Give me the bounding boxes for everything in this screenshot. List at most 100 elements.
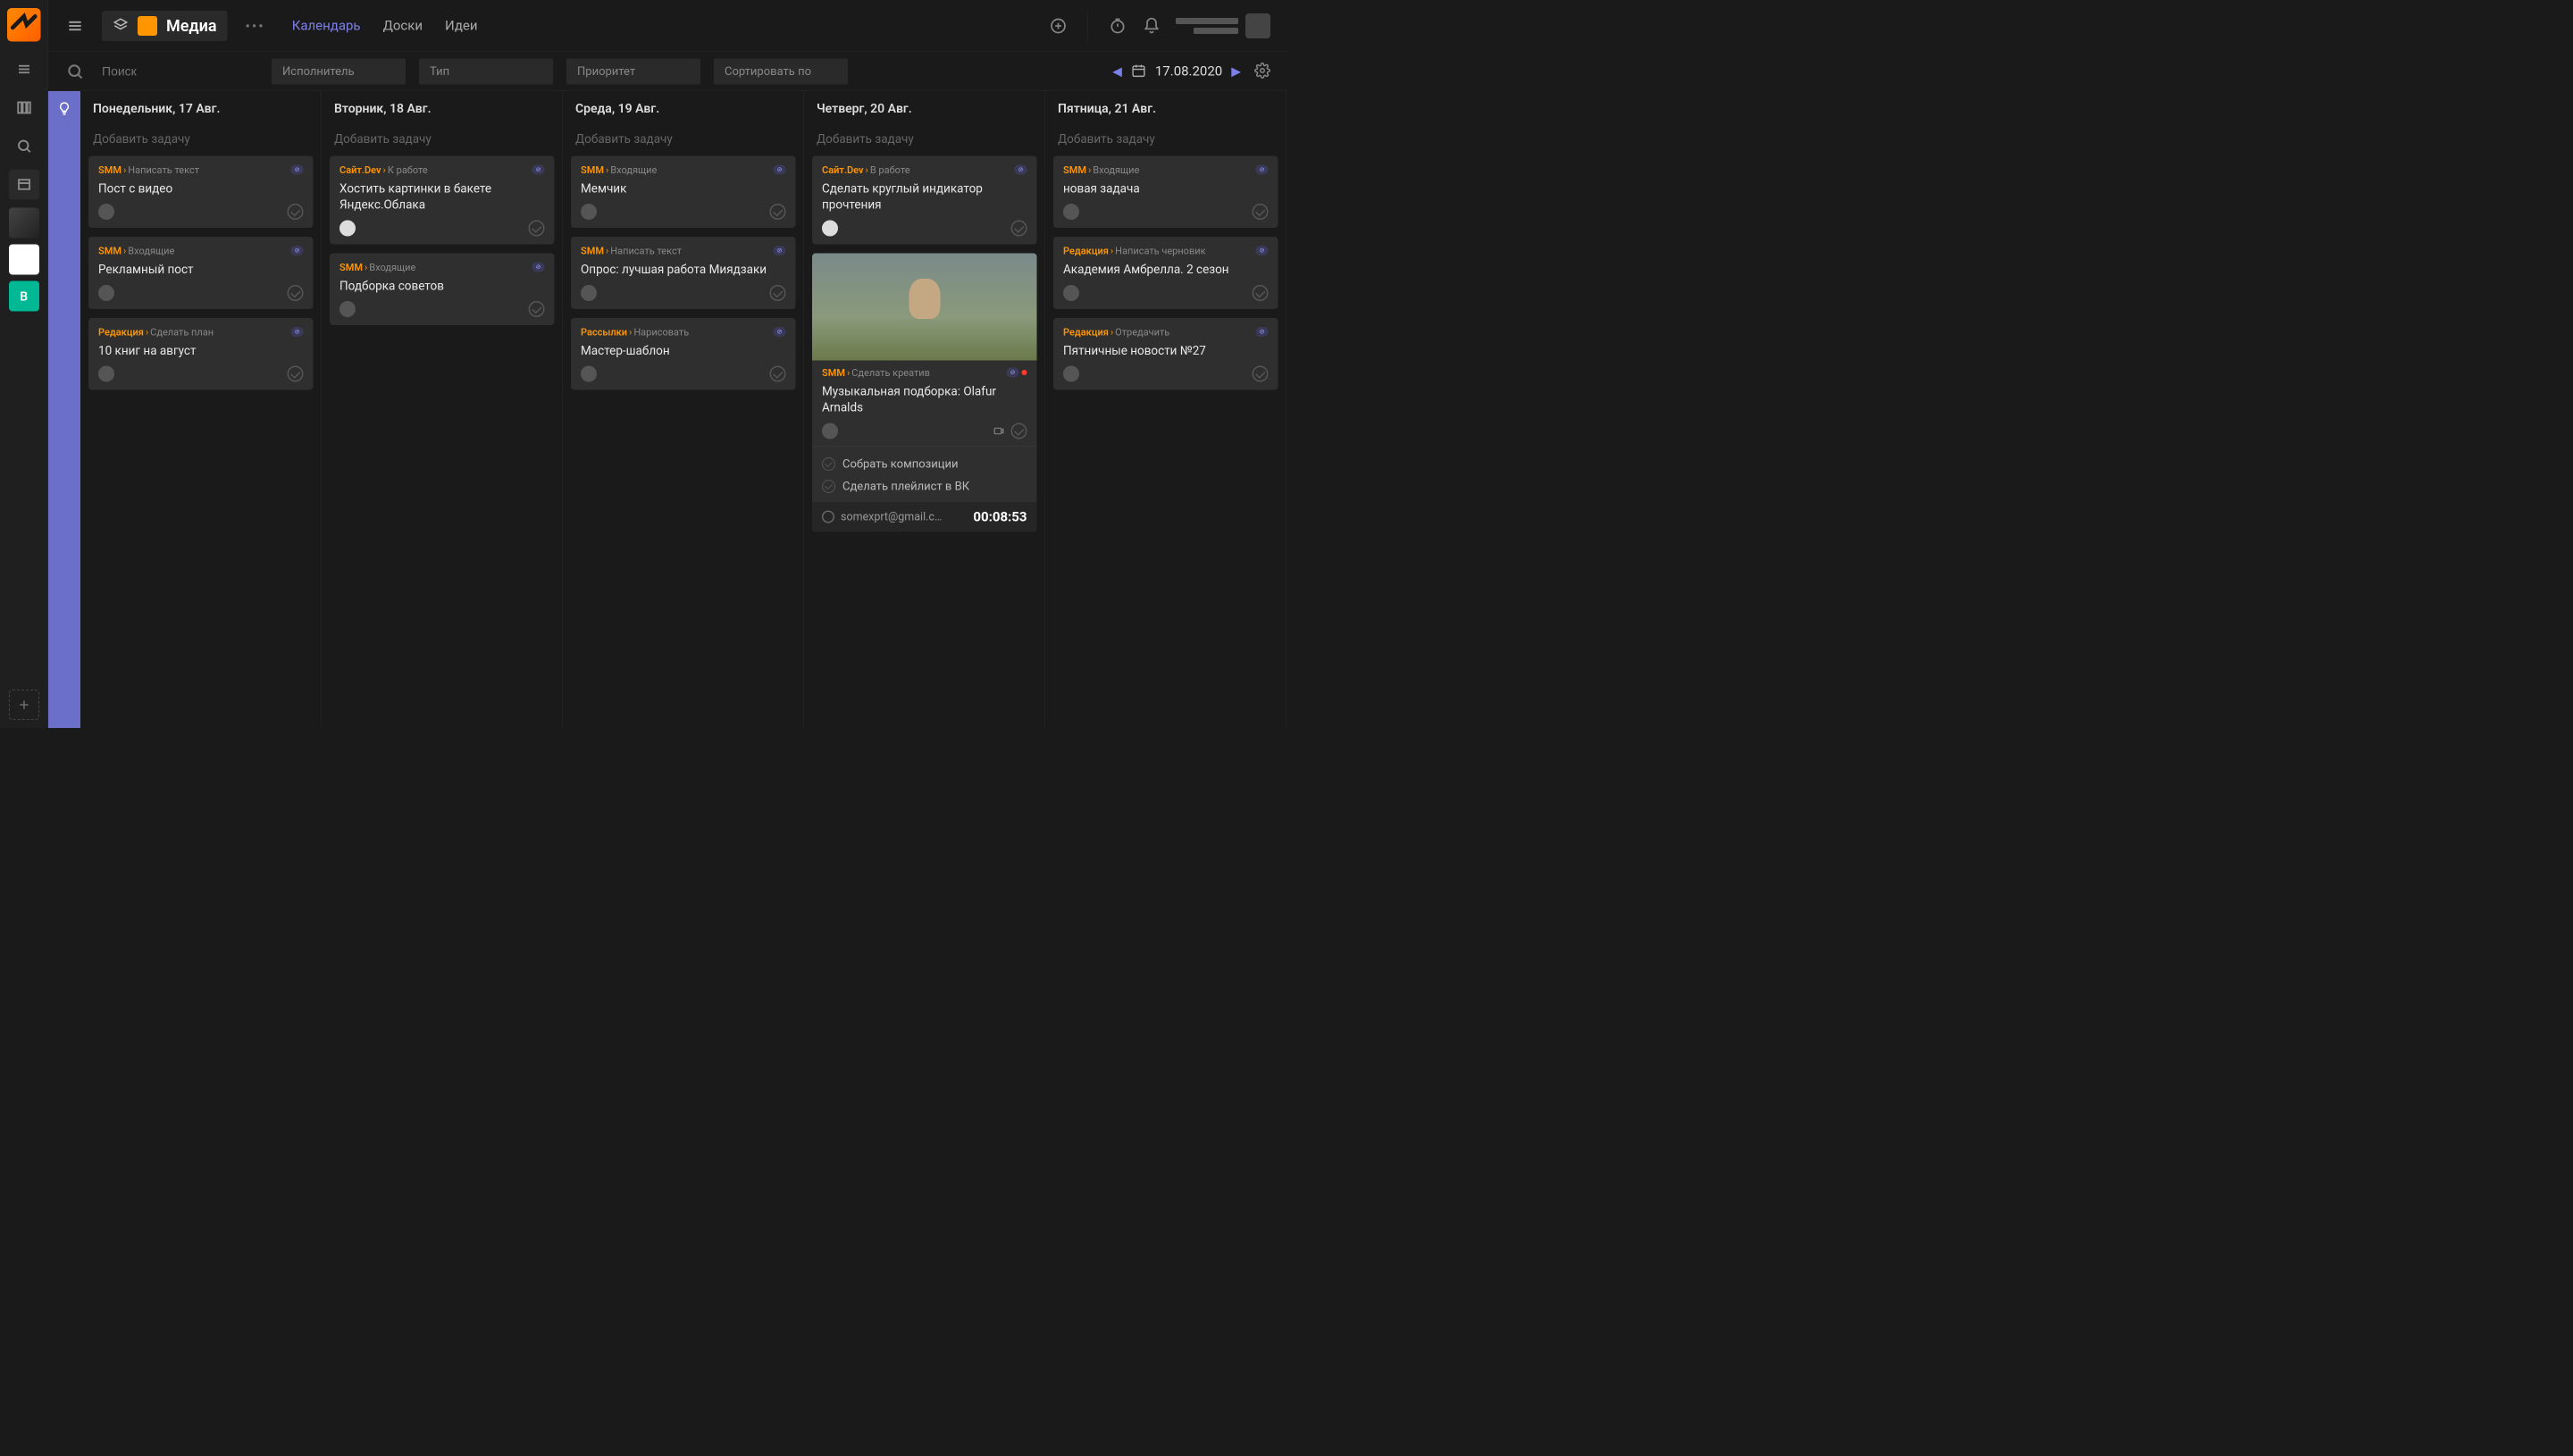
task-card[interactable]: SMM›Входящие ⊘ новая задача — [1053, 156, 1278, 229]
assignee-avatar[interactable] — [581, 204, 597, 220]
settings-icon[interactable] — [1254, 63, 1270, 80]
column-title: Среда, 19 Авг. — [563, 91, 804, 126]
date-next-button[interactable]: ▶ — [1231, 64, 1241, 79]
user-menu[interactable] — [1176, 13, 1270, 38]
date-prev-button[interactable]: ◀ — [1112, 64, 1122, 79]
add-task-button[interactable]: Добавить задачу — [804, 126, 1045, 156]
project-item-1[interactable] — [9, 208, 39, 238]
card-breadcrumb: SMM›Входящие — [339, 262, 415, 273]
assignee-avatar[interactable] — [822, 220, 838, 236]
menu-toggle[interactable] — [9, 54, 39, 85]
assignee-avatar[interactable] — [339, 220, 356, 236]
archive-icon[interactable] — [9, 170, 39, 200]
day-column: Вторник, 18 Авг. Добавить задачу Сайт.De… — [322, 91, 563, 728]
timer-icon[interactable] — [1108, 16, 1127, 36]
project-item-3[interactable]: В — [9, 281, 39, 312]
check-icon[interactable] — [1253, 204, 1269, 220]
timer-value: 00:08:53 — [973, 509, 1027, 525]
check-icon[interactable] — [529, 220, 545, 236]
bell-icon[interactable] — [1142, 16, 1161, 36]
task-card[interactable]: SMM›Входящие ⊘ Мемчик — [571, 156, 796, 229]
check-icon[interactable] — [1253, 285, 1269, 301]
project-initial: В — [20, 289, 28, 304]
check-icon[interactable] — [288, 285, 304, 301]
project-item-2[interactable] — [9, 245, 39, 275]
subtask-label: Сделать плейлист в ВК — [842, 480, 969, 493]
assignee-avatar[interactable] — [98, 285, 114, 301]
workspace-picker[interactable]: Медиа — [102, 11, 228, 41]
workspace-more-button[interactable]: ••• — [246, 17, 265, 34]
check-icon — [822, 457, 835, 471]
check-icon[interactable] — [1011, 220, 1027, 236]
add-task-button[interactable]: Добавить задачу — [80, 126, 322, 156]
filter-assignee[interactable]: Исполнитель — [272, 58, 406, 84]
assignee-avatar[interactable] — [339, 301, 356, 317]
add-button[interactable] — [1049, 16, 1069, 36]
task-card[interactable]: Сайт.Dev›К работе ⊘ Хостить картинки в б… — [330, 156, 555, 245]
filter-sort[interactable]: Сортировать по — [714, 58, 848, 84]
card-title: 10 книг на август — [98, 342, 304, 358]
add-task-button[interactable]: Добавить задачу — [563, 126, 804, 156]
column-title: Вторник, 18 Авг. — [322, 91, 563, 126]
column-title: Четверг, 20 Авг. — [804, 91, 1045, 126]
ideas-side-button[interactable] — [48, 91, 80, 728]
add-project-button[interactable] — [9, 690, 39, 720]
assignee-avatar[interactable] — [822, 423, 838, 439]
check-icon[interactable] — [529, 301, 545, 317]
task-card[interactable]: Редакция›Отредачить ⊘ Пятничные новости … — [1053, 318, 1278, 390]
assignee-avatar[interactable] — [1063, 204, 1079, 220]
link-chip-icon: ⊘ — [532, 165, 545, 175]
search-input[interactable] — [102, 64, 272, 79]
task-card[interactable]: Редакция›Написать черновик ⊘ Академия Ам… — [1053, 237, 1278, 309]
card-title: Пост с видео — [98, 180, 304, 197]
hamburger-button[interactable] — [48, 0, 102, 52]
task-card[interactable]: SMM›Входящие ⊘ Рекламный пост — [88, 237, 314, 309]
boards-icon[interactable] — [9, 93, 39, 123]
task-card[interactable]: Сайт.Dev›В работе ⊘ Сделать круглый инди… — [812, 156, 1037, 245]
app-logo[interactable] — [7, 8, 41, 42]
task-card[interactable]: SMM›Написать текст ⊘ Опрос: лучшая работ… — [571, 237, 796, 309]
subtask-item[interactable]: Сделать плейлист в ВК — [822, 475, 1027, 498]
tab-boards[interactable]: Доски — [383, 18, 423, 34]
filter-type[interactable]: Тип — [419, 58, 553, 84]
add-task-button[interactable]: Добавить задачу — [322, 126, 563, 156]
calendar-icon[interactable] — [1131, 63, 1146, 79]
assignee-avatar[interactable] — [1063, 366, 1079, 382]
assignee-avatar[interactable] — [581, 366, 597, 382]
task-card[interactable]: Рассылки›Нарисовать ⊘ Мастер-шаблон — [571, 318, 796, 390]
column-title: Пятница, 21 Авг. — [1045, 91, 1286, 126]
tab-ideas[interactable]: Идеи — [445, 18, 478, 34]
check-icon[interactable] — [770, 366, 786, 382]
check-icon[interactable] — [288, 204, 304, 220]
layers-icon — [113, 17, 129, 35]
task-card[interactable]: SMM›Входящие ⊘ Подборка советов — [330, 253, 555, 325]
link-chip-icon: ⊘ — [1256, 165, 1269, 175]
task-card[interactable]: SMM›Написать текст ⊘ Пост с видео — [88, 156, 314, 229]
link-chip-icon: ⊘ — [291, 246, 304, 255]
tab-calendar[interactable]: Календарь — [292, 18, 361, 34]
check-icon[interactable] — [288, 366, 304, 382]
check-icon[interactable] — [770, 204, 786, 220]
search-icon[interactable] — [48, 52, 102, 91]
assignee-avatar[interactable] — [98, 204, 114, 220]
check-icon[interactable] — [1253, 366, 1269, 382]
card-title: Музыкальная подборка: Olafur Arnalds — [822, 383, 1027, 415]
filter-priority[interactable]: Приоритет — [566, 58, 700, 84]
search-icon-rail[interactable] — [9, 131, 39, 162]
assignee-avatar[interactable] — [581, 285, 597, 301]
link-chip-icon: ⊘ — [1256, 327, 1269, 337]
app-header: Медиа ••• Календарь Доски Идеи — [48, 0, 1286, 52]
assignee-avatar[interactable] — [1063, 285, 1079, 301]
check-icon[interactable] — [770, 285, 786, 301]
task-card[interactable]: Редакция›Сделать план ⊘ 10 книг на авгус… — [88, 318, 314, 390]
subtask-item[interactable]: Собрать композиции — [822, 453, 1027, 475]
task-card[interactable]: SMM›Сделать креатив ⊘ Музыкальная подбор… — [812, 253, 1037, 531]
timer-row[interactable]: somexprt@gmail.c… 00:08:53 — [812, 502, 1037, 532]
assignee-avatar[interactable] — [98, 366, 114, 382]
link-chip-icon: ⊘ — [774, 246, 786, 255]
check-icon[interactable] — [1011, 423, 1027, 439]
card-breadcrumb: SMM›Входящие — [98, 246, 174, 257]
add-task-button[interactable]: Добавить задачу — [1045, 126, 1286, 156]
card-title: Академия Амбрелла. 2 сезон — [1063, 262, 1269, 278]
card-breadcrumb: SMM›Написать текст — [581, 246, 682, 257]
